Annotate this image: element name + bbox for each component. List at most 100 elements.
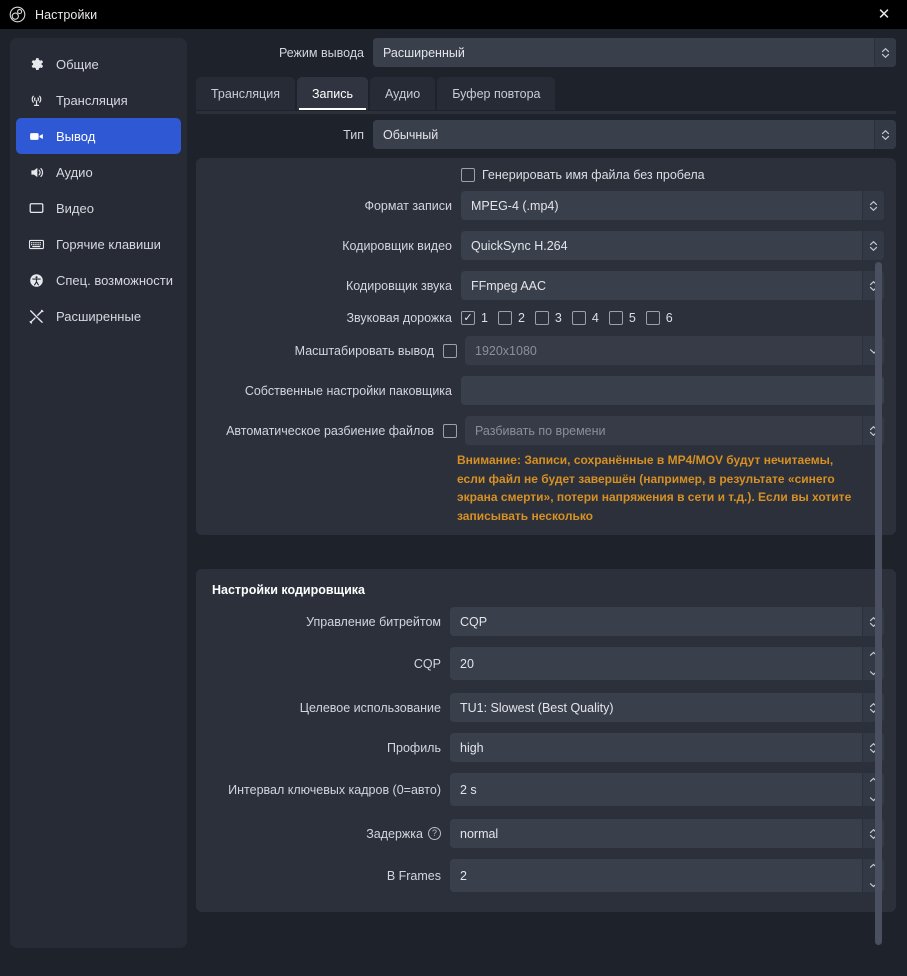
profile-row: Профиль high — [208, 733, 884, 763]
monitor-icon — [26, 198, 46, 218]
sidebar-item-video[interactable]: Видео — [16, 190, 181, 226]
audio-track-number: 6 — [665, 311, 673, 325]
output-video-icon — [26, 126, 46, 146]
audio-encoder-select[interactable]: FFmpeg AAC — [461, 271, 884, 300]
profile-value: high — [460, 740, 484, 755]
audio-track-label: Звуковая дорожка — [346, 311, 453, 325]
speaker-icon — [26, 162, 46, 182]
sidebar-item-output[interactable]: Вывод — [16, 118, 181, 154]
b-frames-spinbox[interactable]: 2 — [450, 859, 884, 893]
sidebar-item-stream[interactable]: Трансляция — [16, 82, 181, 118]
chevron-updown-icon[interactable] — [862, 191, 884, 220]
chevron-updown-icon[interactable] — [874, 120, 896, 149]
recording-format-label: Формат записи — [364, 198, 452, 213]
rate-control-value: CQP — [460, 614, 488, 629]
accessibility-icon — [26, 270, 46, 290]
recording-type-select[interactable]: Обычный — [373, 120, 896, 149]
help-icon[interactable]: ? — [428, 827, 441, 841]
settings-sidebar: Общие Трансляция Вывод Аудио Видео Горяч… — [10, 38, 187, 948]
auto-split-select[interactable]: Разбивать по времени — [465, 416, 884, 445]
target-usage-value: TU1: Slowest (Best Quality) — [460, 700, 614, 715]
rescale-output-checkbox[interactable] — [443, 343, 457, 358]
audio-encoder-row: Кодировщик звука FFmpeg AAC — [208, 271, 884, 300]
keyframe-interval-spinbox[interactable]: 2 s — [450, 773, 884, 807]
keyframe-interval-label: Интервал ключевых кадров (0=авто) — [228, 782, 441, 797]
audio-track-row: Звуковая дорожка 1 2 3 4 5 6 — [208, 311, 884, 325]
tab-audio[interactable]: Аудио — [369, 77, 436, 110]
rate-control-select[interactable]: CQP — [450, 607, 884, 637]
filename-no-space-checkbox[interactable]: Генерировать имя файла без пробела — [461, 168, 884, 182]
b-frames-value: 2 — [460, 868, 467, 883]
content-scrollbar-thumb[interactable] — [875, 262, 882, 945]
filename-no-space-label: Генерировать имя файла без пробела — [482, 168, 705, 182]
rescale-output-row: Масштабировать вывод 1920x1080 — [208, 336, 884, 365]
broadcast-icon — [26, 90, 46, 110]
audio-track-checkbox-5[interactable] — [608, 311, 623, 325]
latency-select[interactable]: normal — [450, 819, 884, 849]
output-mode-value: Расширенный — [383, 45, 465, 60]
audio-track-number: 3 — [554, 311, 562, 325]
keyframe-interval-value: 2 s — [460, 782, 477, 797]
target-usage-row: Целевое использование TU1: Slowest (Best… — [208, 693, 884, 723]
sidebar-item-label: Аудио — [56, 164, 93, 180]
sidebar-item-hotkeys[interactable]: Горячие клавиши — [16, 226, 181, 262]
checkbox-box[interactable] — [461, 168, 475, 182]
keyboard-icon — [26, 234, 46, 254]
latency-label-text: Задержка — [366, 826, 423, 841]
chevron-updown-icon[interactable] — [874, 38, 896, 67]
audio-track-checkbox-4[interactable] — [571, 311, 586, 325]
tab-label: Трансляция — [211, 86, 280, 101]
auto-split-checkbox[interactable] — [443, 423, 457, 438]
settings-content: Режим вывода Расширенный Трансляция Запи… — [196, 29, 896, 976]
recording-type-row: Тип Обычный — [196, 120, 896, 149]
video-encoder-label: Кодировщик видео — [342, 238, 452, 253]
sidebar-item-audio[interactable]: Аудио — [16, 154, 181, 190]
audio-track-checkbox-1[interactable] — [461, 311, 475, 325]
target-usage-select[interactable]: TU1: Slowest (Best Quality) — [450, 693, 884, 723]
sidebar-item-accessibility[interactable]: Спец. возможности — [16, 262, 181, 298]
output-mode-label: Режим вывода — [278, 45, 364, 60]
encoder-settings-panel: Настройки кодировщика Управление битрейт… — [196, 569, 896, 913]
audio-track-checkbox-group: 1 2 3 4 5 6 — [461, 311, 884, 325]
title-bar: Настройки ✕ — [0, 0, 907, 29]
audio-encoder-label: Кодировщик звука — [345, 278, 452, 293]
profile-label: Профиль — [387, 740, 441, 755]
window-title: Настройки — [35, 7, 98, 22]
settings-window-body: Общие Трансляция Вывод Аудио Видео Горяч… — [0, 29, 907, 976]
sidebar-item-general[interactable]: Общие — [16, 46, 181, 82]
rate-control-label: Управление битрейтом — [306, 614, 441, 629]
tab-label: Аудио — [384, 86, 421, 101]
tab-recording[interactable]: Запись — [296, 77, 368, 110]
tab-stream[interactable]: Трансляция — [196, 77, 295, 110]
latency-row: Задержка ? normal — [208, 819, 884, 849]
muxer-settings-input[interactable] — [461, 376, 884, 405]
chevron-updown-icon[interactable] — [862, 231, 884, 260]
rate-control-row: Управление битрейтом CQP — [208, 607, 884, 637]
cqp-spinbox[interactable]: 20 — [450, 647, 884, 681]
rescale-output-select[interactable]: 1920x1080 — [465, 336, 884, 365]
latency-label: Задержка ? — [208, 827, 450, 841]
audio-track-number: 1 — [481, 311, 488, 325]
cqp-row: CQP 20 — [208, 647, 884, 681]
audio-track-checkbox-2[interactable] — [497, 311, 512, 325]
gear-icon — [26, 54, 46, 74]
recording-format-value: MPEG-4 (.mp4) — [471, 198, 559, 213]
muxer-settings-label: Собственные настройки паковщика — [244, 383, 452, 398]
profile-select[interactable]: high — [450, 733, 884, 763]
recording-format-select[interactable]: MPEG-4 (.mp4) — [461, 191, 884, 220]
output-mode-row: Режим вывода Расширенный — [196, 38, 896, 67]
recording-format-row: Формат записи MPEG-4 (.mp4) — [208, 191, 884, 220]
cqp-label: CQP — [413, 656, 441, 671]
audio-track-number: 5 — [628, 311, 636, 325]
tab-replay-buffer[interactable]: Буфер повтора — [437, 77, 556, 110]
rescale-output-label: Масштабировать вывод — [294, 343, 434, 358]
keyframe-interval-row: Интервал ключевых кадров (0=авто) 2 s — [208, 773, 884, 807]
close-button[interactable]: ✕ — [861, 0, 907, 29]
output-mode-select[interactable]: Расширенный — [373, 38, 896, 67]
audio-track-checkbox-3[interactable] — [534, 311, 549, 325]
audio-track-checkbox-6[interactable] — [645, 311, 660, 325]
sidebar-item-advanced[interactable]: Расширенные — [16, 298, 181, 334]
encoder-settings-title: Настройки кодировщика — [212, 583, 365, 598]
recording-type-value: Обычный — [383, 127, 439, 142]
video-encoder-select[interactable]: QuickSync H.264 — [461, 231, 884, 260]
